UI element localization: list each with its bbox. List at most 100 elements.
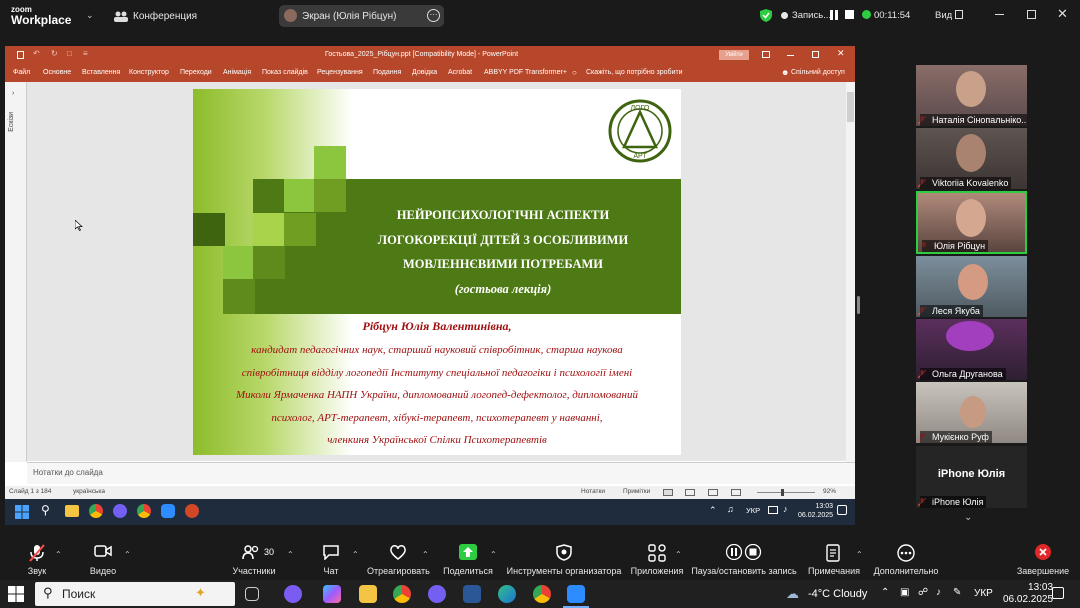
participant-tile[interactable]: Леся Якуба (916, 256, 1027, 317)
viber-icon[interactable] (113, 504, 127, 518)
tab-help[interactable]: Довідка (412, 69, 437, 76)
screen-share-indicator[interactable]: Экран (Юлія Рібцун) ⋯ (279, 5, 444, 27)
participant-tile[interactable]: Viktoriia Kovalenko (916, 128, 1027, 189)
tray-language[interactable]: УКР (974, 588, 993, 599)
taskbar-clock[interactable]: 13:03 06.02.2025 (1003, 582, 1053, 606)
end-meeting-button[interactable]: Завершение (1016, 538, 1070, 580)
view-menu[interactable]: Вид (935, 10, 952, 21)
normal-view-icon[interactable] (663, 489, 673, 496)
slide-canvas[interactable]: ЛОГО АРТ НЕЙРОПСИХОЛОГІЧНІ АСПЕКТИ ЛОГОК… (193, 89, 681, 455)
gallery-scroll-down-icon[interactable]: ⌄ (964, 512, 972, 523)
tab-acrobat[interactable]: Acrobat (448, 69, 472, 76)
audio-options-chevron-icon[interactable]: ⌃ (55, 550, 62, 559)
panel-splitter[interactable] (857, 296, 860, 314)
chevron-down-icon[interactable]: ⌄ (86, 10, 94, 21)
apps-options-chevron-icon[interactable]: ⌃ (675, 550, 682, 559)
windows-start-icon[interactable] (15, 505, 29, 519)
share-button[interactable]: Спільний доступ (791, 69, 845, 76)
signin-button[interactable]: Увійти (719, 50, 749, 60)
weather-cloud-icon[interactable]: ☁ (786, 586, 799, 602)
participant-tile[interactable]: Наталія Сінопальніко... (916, 65, 1027, 126)
powerpoint-icon[interactable] (185, 504, 199, 518)
zoom-slider[interactable] (757, 492, 815, 493)
react-options-chevron-icon[interactable]: ⌃ (422, 550, 429, 559)
viber-icon[interactable] (428, 585, 446, 603)
undo-icon[interactable]: ↶ (33, 49, 40, 58)
restore-icon[interactable] (1027, 10, 1036, 19)
participant-tile[interactable]: Ольга Друганова (916, 319, 1027, 380)
word-icon[interactable] (463, 585, 481, 603)
thumbnails-pane[interactable]: › Ескізи (5, 82, 27, 462)
chrome-icon[interactable] (89, 504, 103, 518)
video-button[interactable]: Видео (86, 538, 120, 580)
tray-clock[interactable]: 13:03 06.02.2025 (798, 502, 833, 520)
scroll-thumb[interactable] (847, 92, 854, 122)
close-icon[interactable]: ✕ (1057, 6, 1068, 22)
host-tools-button[interactable]: Инструменты организатора (506, 538, 622, 580)
tray-chevron-icon[interactable]: ⌃ (709, 505, 717, 516)
notification-icon[interactable] (837, 505, 847, 515)
expand-thumbnails-icon[interactable]: › (12, 90, 14, 97)
chrome-profile-icon[interactable] (137, 504, 151, 518)
zoom-percent[interactable]: 92% (823, 488, 836, 495)
tray-volume-icon[interactable]: ♪ (783, 504, 788, 514)
notification-center-icon[interactable] (1052, 587, 1064, 599)
edge-icon[interactable] (498, 585, 516, 603)
app-icon-purple[interactable] (284, 585, 302, 603)
file-explorer-icon[interactable] (65, 505, 79, 517)
notes-button[interactable]: Примечания (806, 538, 862, 580)
tab-design[interactable]: Конструктор (129, 69, 169, 76)
notes-pane[interactable]: Нотатки до слайда (27, 462, 855, 484)
windows-start-icon[interactable] (8, 586, 24, 602)
save-icon[interactable] (17, 51, 24, 59)
tab-insert[interactable]: Вставлення (82, 69, 120, 76)
tray-volume-icon[interactable]: ♪ (936, 587, 941, 598)
shield-check-icon[interactable] (760, 9, 772, 22)
chrome-profile-icon[interactable] (533, 585, 551, 603)
zoom-slider-thumb[interactable] (781, 489, 784, 496)
zoom-taskbar-icon[interactable] (567, 585, 585, 603)
zoom-app-icon[interactable] (161, 504, 175, 518)
ppt-maximize-icon[interactable] (812, 51, 819, 58)
stop-record-icon[interactable] (845, 10, 854, 19)
tab-transitions[interactable]: Переходи (180, 69, 212, 76)
apps-button[interactable]: Приложения (628, 538, 686, 580)
participant-tile[interactable]: Мукієнко Руф (916, 382, 1027, 443)
tray-language[interactable]: УКР (746, 506, 760, 515)
tab-review[interactable]: Рецензування (317, 69, 363, 76)
ribbon-options-icon[interactable] (762, 51, 770, 58)
customize-qat-icon[interactable]: ≡ (83, 49, 88, 58)
slideshow-view-icon[interactable] (731, 489, 741, 496)
tell-me-input[interactable]: Скажіть, що потрібно зробити (586, 69, 683, 76)
more-button[interactable]: Дополнительно (870, 538, 942, 580)
tab-file[interactable]: Файл (13, 69, 30, 76)
audio-button[interactable]: Звук (18, 538, 56, 580)
meeting-label[interactable]: Конференция (133, 11, 197, 22)
task-view-icon[interactable] (245, 587, 259, 601)
taskbar-search-box[interactable]: ⚲ Поиск ✦ (35, 582, 235, 606)
tray-pen-icon[interactable]: ✎ (953, 587, 961, 598)
search-icon[interactable]: ⚲ (41, 503, 50, 517)
notes-options-chevron-icon[interactable]: ⌃ (856, 550, 863, 559)
share-options-chevron-icon[interactable]: ⌃ (490, 550, 497, 559)
participant-tile-active-speaker[interactable]: Юлія Рібцун (916, 191, 1027, 254)
ppt-minimize-icon[interactable] (787, 55, 794, 56)
pause-stop-record-button[interactable]: Пауза/остановить запись (690, 538, 798, 580)
status-language[interactable]: українська (73, 488, 105, 495)
tray-network-icon[interactable] (768, 506, 778, 514)
minimize-icon[interactable] (995, 14, 1004, 15)
tray-app-icon[interactable]: ▣ (900, 587, 909, 598)
tab-abbyy[interactable]: ABBYY PDF Transformer+ (484, 69, 567, 76)
tab-home[interactable]: Основне (43, 69, 71, 76)
status-comments-button[interactable]: Примітки (623, 488, 650, 495)
file-explorer-icon[interactable] (359, 585, 377, 603)
chat-button[interactable]: Чат (318, 538, 344, 580)
ppt-close-icon[interactable]: ✕ (837, 48, 845, 59)
video-options-chevron-icon[interactable]: ⌃ (124, 550, 131, 559)
tray-network-icon[interactable]: ☍ (918, 587, 928, 598)
participant-tile[interactable]: iPhone Юлія iPhone Юлія (916, 446, 1027, 508)
chat-options-chevron-icon[interactable]: ⌃ (352, 550, 359, 559)
status-notes-button[interactable]: Нотатки (581, 488, 605, 495)
weather-text[interactable]: -4°C Cloudy (808, 588, 867, 600)
view-grid-icon[interactable] (955, 10, 963, 19)
